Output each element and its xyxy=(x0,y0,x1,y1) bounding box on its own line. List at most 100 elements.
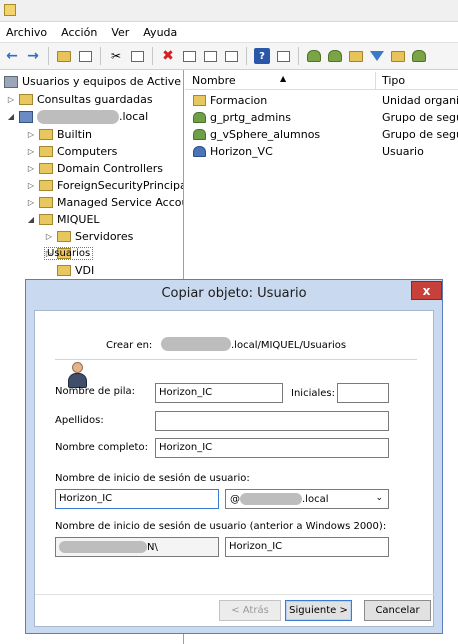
dialog-body: Crear en: .local/MIQUEL/Usuarios Nombre … xyxy=(34,310,435,627)
new-group-icon[interactable] xyxy=(327,48,343,64)
list-item-name: g_vSphere_alumnos xyxy=(210,128,321,141)
toolbar-separator xyxy=(100,47,101,65)
logon-name-label: Nombre de inicio de sesión de usuario: xyxy=(55,473,250,484)
close-button[interactable]: x xyxy=(411,281,442,300)
filter-icon[interactable] xyxy=(369,48,385,64)
properties-icon[interactable] xyxy=(181,48,197,64)
ou-folder-icon xyxy=(39,163,53,174)
collapse-arrow-icon[interactable]: ◢ xyxy=(6,112,16,121)
up-folder-icon[interactable] xyxy=(56,48,72,64)
tree-item-servidores[interactable]: ▷ Servidores xyxy=(44,228,133,245)
cancel-button[interactable]: Cancelar xyxy=(364,600,431,621)
console-icon[interactable] xyxy=(275,48,291,64)
pre2000-logon-label: Nombre de inicio de sesión de usuario (a… xyxy=(55,521,387,532)
show-tree-icon[interactable] xyxy=(77,48,93,64)
list-item[interactable]: Horizon_VC Usuario xyxy=(185,143,458,160)
folder-icon xyxy=(39,197,53,208)
first-name-label: Nombre de pila: xyxy=(55,386,135,397)
upn-suffix-value: .local xyxy=(302,494,329,505)
expand-arrow-icon[interactable]: ▷ xyxy=(26,198,36,207)
user-icon xyxy=(68,362,87,388)
tree-item-saved-queries[interactable]: ▷ Consultas guardadas xyxy=(6,91,153,108)
list-item-type: Grupo de segu... xyxy=(382,111,458,124)
upn-prefix: @ xyxy=(230,494,240,505)
full-name-field[interactable]: Horizon_IC xyxy=(155,438,389,458)
tree-item-domain[interactable]: ◢ .local xyxy=(6,108,148,125)
list-item[interactable]: g_prtg_admins Grupo de segu... xyxy=(185,109,458,126)
help-icon[interactable]: ? xyxy=(254,48,270,64)
list-header: Nombre ▲ Tipo xyxy=(185,72,458,90)
export-icon[interactable] xyxy=(223,48,239,64)
tree-item-label: Usuarios xyxy=(44,247,94,260)
folder-icon xyxy=(39,129,53,140)
tree-item-vdi[interactable]: VDI xyxy=(57,262,94,279)
menu-accion[interactable]: Acción xyxy=(61,26,97,39)
expand-arrow-icon[interactable]: ▷ xyxy=(26,130,36,139)
create-in-label: Crear en: xyxy=(106,340,153,351)
new-ou-icon[interactable] xyxy=(348,48,364,64)
tree-item-label: ForeignSecurityPrincipals xyxy=(57,179,184,192)
group-icon xyxy=(193,129,206,140)
collapse-arrow-icon[interactable]: ◢ xyxy=(26,215,36,224)
tree-item-label: Consultas guardadas xyxy=(37,93,153,106)
pre2000-domain-field: N\ xyxy=(55,537,219,557)
paste-icon[interactable] xyxy=(129,48,145,64)
window-titlebar xyxy=(0,0,458,22)
column-header-type[interactable]: Tipo xyxy=(382,74,405,87)
forward-arrow-icon[interactable]: → xyxy=(25,48,41,64)
redacted-domain xyxy=(59,541,147,553)
expand-arrow-icon[interactable]: ▷ xyxy=(26,147,36,156)
initials-field[interactable] xyxy=(337,383,389,403)
upn-suffix-select[interactable]: @ .local ⌄ xyxy=(225,489,389,509)
group-icon xyxy=(193,112,206,123)
menu-ver[interactable]: Ver xyxy=(111,26,129,39)
refresh-icon[interactable] xyxy=(202,48,218,64)
list-item-type: Unidad organi... xyxy=(382,94,458,107)
column-divider[interactable] xyxy=(375,72,376,90)
tree-item-foreign-security-principals[interactable]: ▷ ForeignSecurityPrincipals xyxy=(26,177,184,194)
list-item-name: g_prtg_admins xyxy=(210,111,291,124)
logon-name-field[interactable]: Horizon_IC xyxy=(55,489,219,509)
menu-archivo[interactable]: Archivo xyxy=(6,26,47,39)
tree-item-label: Domain Controllers xyxy=(57,162,164,175)
back-button[interactable]: < Atrás xyxy=(219,600,281,621)
tree-root[interactable]: Usuarios y equipos de Active Dir xyxy=(4,73,183,90)
list-item[interactable]: g_vSphere_alumnos Grupo de segu... xyxy=(185,126,458,143)
delete-icon[interactable]: ✖ xyxy=(160,48,176,64)
first-name-field[interactable]: Horizon_IC xyxy=(155,383,283,403)
tree-item-computers[interactable]: ▷ Computers xyxy=(26,143,118,160)
user-icon xyxy=(193,146,206,157)
find-icon[interactable] xyxy=(390,48,406,64)
tree-item-usuarios[interactable]: ▷ Usuarios xyxy=(44,245,94,262)
tree-item-domain-controllers[interactable]: ▷ Domain Controllers xyxy=(26,160,163,177)
expand-arrow-icon[interactable]: ▷ xyxy=(26,164,36,173)
add-to-group-icon[interactable] xyxy=(411,48,427,64)
cut-icon[interactable]: ✂ xyxy=(108,48,124,64)
menu-ayuda[interactable]: Ayuda xyxy=(143,26,177,39)
chevron-down-icon: ⌄ xyxy=(375,493,383,503)
dialog-title: Copiar objeto: Usuario xyxy=(161,286,307,301)
folder-icon xyxy=(39,180,53,191)
pre2000-logon-field[interactable]: Horizon_IC xyxy=(225,537,389,557)
dialog-titlebar[interactable]: Copiar objeto: Usuario x xyxy=(26,280,442,310)
expand-arrow-icon[interactable]: ▷ xyxy=(6,95,16,104)
new-user-icon[interactable] xyxy=(306,48,322,64)
tree-item-label: .local xyxy=(119,110,149,123)
expand-arrow-icon[interactable]: ▷ xyxy=(44,232,54,241)
expand-arrow-icon[interactable]: ▷ xyxy=(26,181,36,190)
last-name-field[interactable] xyxy=(155,411,389,431)
last-name-label: Apellidos: xyxy=(55,415,104,426)
next-button[interactable]: Siguiente > xyxy=(285,600,352,621)
toolbar-separator xyxy=(48,47,49,65)
back-arrow-icon[interactable]: ← xyxy=(4,48,20,64)
tree-item-builtin[interactable]: ▷ Builtin xyxy=(26,126,92,143)
folder-icon xyxy=(193,95,206,106)
domain-icon xyxy=(19,110,33,123)
tree-item-managed-service-accounts[interactable]: ▷ Managed Service Accour xyxy=(26,194,183,211)
tree-item-miquel[interactable]: ◢ MIQUEL xyxy=(26,211,100,228)
list-item-type: Usuario xyxy=(382,145,424,158)
column-header-name[interactable]: Nombre xyxy=(192,74,236,87)
full-name-label: Nombre completo: xyxy=(55,442,148,453)
list-item-name: Formacion xyxy=(210,94,268,107)
list-item[interactable]: Formacion Unidad organi... xyxy=(185,92,458,109)
